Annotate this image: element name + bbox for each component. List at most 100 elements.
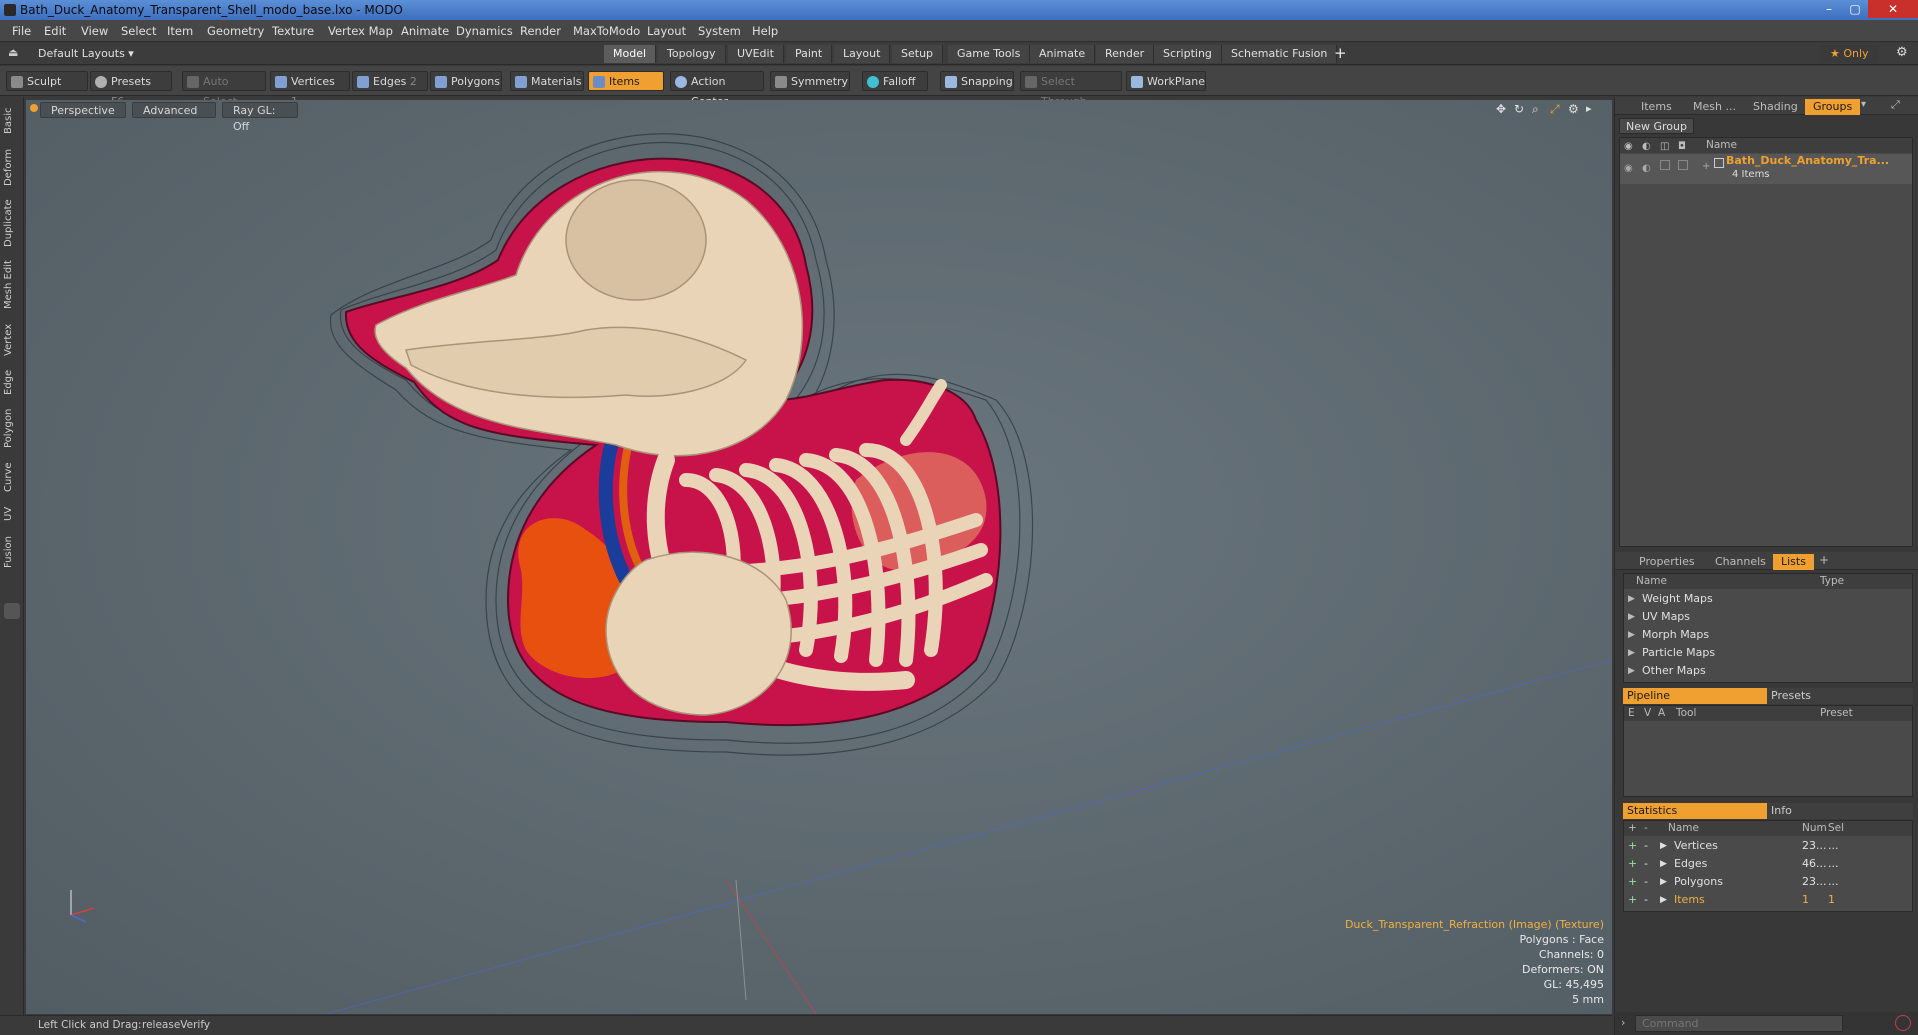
new-group-button[interactable]: New Group xyxy=(1619,118,1694,134)
tab-fusion[interactable]: Fusion xyxy=(3,531,21,573)
workplane-button[interactable]: WorkPlane xyxy=(1126,71,1206,91)
remove-icon[interactable]: - xyxy=(1644,821,1648,836)
tab-deform[interactable]: Deform xyxy=(3,145,21,189)
tab-channels[interactable]: Channels xyxy=(1707,554,1774,570)
falloff-button[interactable]: Falloff xyxy=(862,71,928,91)
fit-view-icon[interactable]: ⤢ xyxy=(1550,102,1560,117)
lock-checkbox[interactable] xyxy=(1660,160,1670,170)
tab-mesh-edit[interactable]: Mesh Edit xyxy=(3,257,21,313)
expand-arrow-icon[interactable]: ▶ xyxy=(1660,855,1667,873)
menu-layout[interactable]: Layout xyxy=(647,24,686,38)
tab-items[interactable]: Items xyxy=(1633,99,1680,115)
zoom-view-icon[interactable]: ⌕ xyxy=(1532,102,1539,117)
viewport-dot-icon[interactable] xyxy=(30,104,38,112)
snapping-button[interactable]: Snapping xyxy=(940,71,1014,91)
tab-edge[interactable]: Edge xyxy=(3,365,21,399)
menu-animate[interactable]: Animate xyxy=(401,24,449,38)
3d-viewport[interactable] xyxy=(26,100,1612,1014)
expand-icon[interactable]: ⤢ xyxy=(1891,98,1900,112)
expand-arrow-icon[interactable]: ▶ xyxy=(1628,662,1635,680)
tab-info[interactable]: Info xyxy=(1767,803,1913,819)
tab-statistics[interactable]: Statistics xyxy=(1623,803,1767,819)
layout-lock-icon[interactable]: ⏏ xyxy=(8,46,18,59)
menu-view[interactable]: View xyxy=(81,24,108,38)
items-button[interactable]: Items xyxy=(588,71,664,91)
menu-texture[interactable]: Texture xyxy=(272,24,314,38)
vertices-button[interactable]: Vertices 1 xyxy=(270,71,350,108)
select-through-button[interactable]: Select Through xyxy=(1020,71,1122,108)
expand-arrow-icon[interactable]: ▶ xyxy=(1660,837,1667,855)
edges-button[interactable]: Edges 2 xyxy=(352,71,428,91)
layout-selector[interactable]: Default Layouts ▾ xyxy=(38,47,134,60)
polygons-button[interactable]: Polygons xyxy=(430,71,502,91)
list-item[interactable]: ▶ Other Maps xyxy=(1624,662,1912,680)
maximize-button[interactable]: ▢ xyxy=(1842,0,1868,18)
panel-toggle-icon[interactable] xyxy=(4,603,20,619)
menu-render[interactable]: Render xyxy=(520,24,561,38)
auto-select-button[interactable]: Auto Select xyxy=(182,71,266,108)
menu-system[interactable]: System xyxy=(698,24,741,38)
only-toggle[interactable]: ★ Only xyxy=(1820,45,1879,63)
view-mode-dropdown[interactable]: Perspective xyxy=(40,102,126,118)
presets-button[interactable]: Presets F6 xyxy=(90,71,172,108)
materials-button[interactable]: Materials xyxy=(510,71,584,91)
list-item[interactable]: ▶ Weight Maps xyxy=(1624,590,1912,608)
list-item[interactable]: ▶ Morph Maps xyxy=(1624,626,1912,644)
expand-arrow-icon[interactable]: ▶ xyxy=(1660,891,1667,909)
tab-lists[interactable]: Lists xyxy=(1773,554,1814,570)
tab-uv[interactable]: UV xyxy=(3,501,21,527)
tab-properties[interactable]: Properties xyxy=(1631,554,1703,570)
symmetry-button[interactable]: Symmetry xyxy=(770,71,850,91)
stats-row[interactable]: + - ▶ Polygons 23...... xyxy=(1624,873,1912,891)
move-view-icon[interactable]: ✥ xyxy=(1496,102,1506,116)
list-item[interactable]: ▶ Particle Maps xyxy=(1624,644,1912,662)
rotate-view-icon[interactable]: ↻ xyxy=(1514,102,1524,116)
menu-select[interactable]: Select xyxy=(121,24,156,38)
tab-model[interactable]: Model xyxy=(604,45,657,63)
menu-item[interactable]: Item xyxy=(167,24,193,38)
menu-help[interactable]: Help xyxy=(752,24,778,38)
tab-animate[interactable]: Animate xyxy=(1030,45,1096,63)
tab-render[interactable]: Render xyxy=(1096,45,1155,63)
tab-game-tools[interactable]: Game Tools xyxy=(948,45,1031,63)
shading-dropdown[interactable]: Advanced xyxy=(132,102,216,118)
render-toggle-icon[interactable]: ◐ xyxy=(1642,160,1651,178)
tab-vertex[interactable]: Vertex xyxy=(3,319,21,361)
eye-icon[interactable]: ◉ xyxy=(1624,160,1633,178)
tab-basic[interactable]: Basic xyxy=(3,103,21,139)
raygl-toggle[interactable]: Ray GL: Off xyxy=(222,102,298,133)
expand-arrow-icon[interactable]: ▶ xyxy=(1628,626,1635,644)
tab-setup[interactable]: Setup xyxy=(892,45,944,63)
gear-icon[interactable]: ⚙ xyxy=(1896,45,1908,60)
tab-uvedit[interactable]: UVEdit xyxy=(728,45,784,63)
tab-scripting[interactable]: Scripting xyxy=(1154,45,1222,63)
tab-paint[interactable]: Paint xyxy=(786,45,833,63)
tab-groups[interactable]: Groups xyxy=(1805,99,1861,115)
add-icon[interactable]: + xyxy=(1628,821,1637,836)
select-checkbox[interactable] xyxy=(1678,160,1688,170)
tabs-dropdown-icon[interactable]: ▾ xyxy=(1861,99,1866,110)
menu-geometry[interactable]: Geometry xyxy=(207,24,264,38)
viewport-settings-icon[interactable]: ⚙ xyxy=(1568,102,1579,116)
tab-curve[interactable]: Curve xyxy=(3,457,21,497)
list-item[interactable]: ▶ UV Maps xyxy=(1624,608,1912,626)
record-icon[interactable] xyxy=(1895,1015,1911,1031)
tab-mesh[interactable]: Mesh ... xyxy=(1685,99,1744,115)
tab-topology[interactable]: Topology xyxy=(658,45,726,63)
add-tab-icon[interactable]: + xyxy=(1819,553,1829,567)
tab-layout[interactable]: Layout xyxy=(834,45,891,63)
menu-maxtomodo[interactable]: MaxToModo xyxy=(573,24,640,38)
stats-row[interactable]: + - ▶ Items 1 1 xyxy=(1624,891,1912,909)
tab-polygon[interactable]: Polygon xyxy=(3,403,21,453)
expand-plus-icon[interactable]: + xyxy=(1702,158,1710,176)
stats-row[interactable]: + - ▶ Edges 46...... xyxy=(1624,855,1912,873)
close-button[interactable]: ✕ xyxy=(1868,0,1918,18)
tab-pipeline[interactable]: Pipeline xyxy=(1623,688,1767,704)
tab-duplicate[interactable]: Duplicate xyxy=(3,195,21,251)
stats-row[interactable]: + - ▶ Vertices 23...... xyxy=(1624,837,1912,855)
menu-dynamics[interactable]: Dynamics xyxy=(456,24,513,38)
expand-arrow-icon[interactable]: ▶ xyxy=(1628,608,1635,626)
expand-arrow-icon[interactable]: ▶ xyxy=(1628,644,1635,662)
sculpt-button[interactable]: Sculpt xyxy=(6,71,88,91)
expand-arrow-icon[interactable]: ▶ xyxy=(1660,873,1667,891)
